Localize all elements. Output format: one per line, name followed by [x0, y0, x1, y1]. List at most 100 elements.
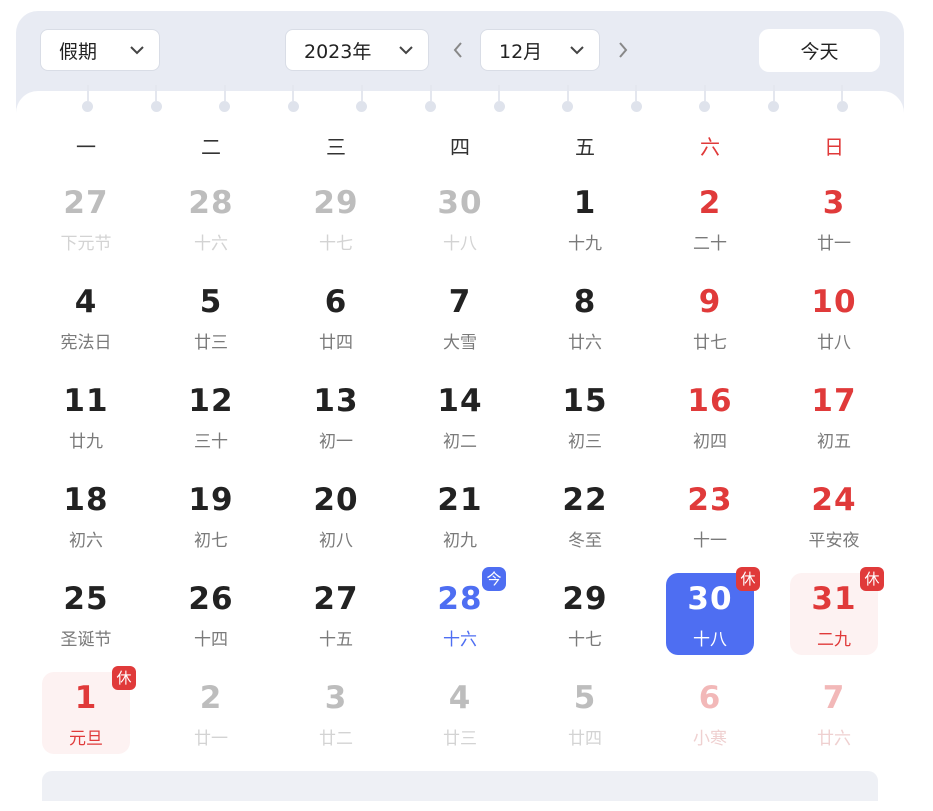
next-month-button[interactable]: [610, 37, 636, 63]
day-cell[interactable]: 11 廿九: [42, 375, 130, 457]
weekday-label: 日: [824, 135, 844, 159]
prev-month-button[interactable]: [445, 37, 471, 63]
day-cell[interactable]: 21 初九: [416, 474, 504, 556]
lunar-label: 初五: [817, 432, 851, 452]
binder-ring-line: [223, 85, 226, 101]
weekday-label: 四: [450, 135, 470, 159]
day-cell[interactable]: 23 十一: [666, 474, 754, 556]
lunar-label: 廿四: [568, 729, 602, 749]
lunar-label: 廿七: [693, 333, 727, 353]
chevron-down-icon: [570, 46, 584, 55]
day-number: 29: [562, 581, 608, 617]
day-number: 4: [74, 284, 98, 320]
lunar-label: 圣诞节: [60, 630, 112, 650]
footer-panel: [42, 771, 878, 801]
day-cell[interactable]: 24 平安夜: [790, 474, 878, 556]
day-number: 6: [698, 680, 722, 716]
lunar-label: 十一: [693, 531, 727, 551]
day-number: 10: [811, 284, 857, 320]
lunar-label: 廿三: [443, 729, 477, 749]
day-cell[interactable]: 15 初三: [541, 375, 629, 457]
lunar-label: 二十: [693, 234, 727, 254]
day-cell[interactable]: 9 廿七: [666, 276, 754, 358]
day-cell[interactable]: 5 廿四: [541, 672, 629, 754]
day-cell[interactable]: 1 十九: [541, 177, 629, 259]
calendar-widget: 假期 2023年 12月 今天 一二三四五六日 27 下元节 28 十六 29 十七 30 十…: [16, 11, 904, 811]
lunar-label: 小寒: [693, 729, 727, 749]
day-number: 4: [448, 680, 472, 716]
lunar-label: 十八: [443, 234, 477, 254]
lunar-label: 宪法日: [60, 333, 112, 353]
day-cell[interactable]: 19 初七: [167, 474, 255, 556]
holiday-select[interactable]: 假期: [40, 29, 160, 71]
binder-ring: [356, 101, 368, 112]
lunar-label: 十六: [443, 630, 477, 650]
day-number: 11: [63, 383, 109, 419]
day-cell[interactable]: 10 廿八: [790, 276, 878, 358]
lunar-label: 初三: [568, 432, 602, 452]
day-cell[interactable]: 31 二九休: [790, 567, 884, 655]
binder-ring: [82, 101, 93, 112]
day-cell[interactable]: 8 廿六: [541, 276, 629, 358]
day-cell[interactable]: 26 十四: [167, 573, 255, 655]
day-cell[interactable]: 13 初一: [292, 375, 380, 457]
day-cell[interactable]: 12 三十: [167, 375, 255, 457]
day-cell[interactable]: 29 十七: [292, 177, 380, 259]
day-cell[interactable]: 4 廿三: [416, 672, 504, 754]
day-cell[interactable]: 5 廿三: [167, 276, 255, 358]
binder-ring-line: [841, 85, 844, 101]
today-button[interactable]: 今天: [759, 29, 880, 72]
day-number: 12: [188, 383, 234, 419]
day-cell[interactable]: 17 初五: [790, 375, 878, 457]
day-cell[interactable]: 27 下元节: [42, 177, 130, 259]
day-cell[interactable]: 22 冬至: [541, 474, 629, 556]
binder-ring-line: [498, 85, 501, 101]
day-cell[interactable]: 4 宪法日: [42, 276, 130, 358]
day-number: 16: [687, 383, 733, 419]
day-number: 22: [562, 482, 608, 518]
year-select-label: 2023年: [304, 40, 372, 63]
day-cell[interactable]: 14 初二: [416, 375, 504, 457]
day-cell[interactable]: 7 大雪: [416, 276, 504, 358]
lunar-label: 十六: [194, 234, 228, 254]
day-number: 21: [437, 482, 483, 518]
day-cell[interactable]: 6 廿四: [292, 276, 380, 358]
chevron-down-icon: [130, 46, 144, 55]
day-number: 30: [437, 185, 483, 221]
day-cell[interactable]: 3 廿二: [292, 672, 380, 754]
calendar-toolbar: 假期 2023年 12月 今天: [16, 11, 904, 93]
year-select[interactable]: 2023年: [285, 29, 429, 71]
day-cell[interactable]: 28 十六: [167, 177, 255, 259]
binder-ring-line: [360, 85, 363, 101]
day-cell[interactable]: 29 十七: [541, 573, 629, 655]
day-cell[interactable]: 16 初四: [666, 375, 754, 457]
day-cell[interactable]: 30 十八: [416, 177, 504, 259]
day-number: 15: [562, 383, 608, 419]
binder-ring-line: [155, 85, 158, 101]
binder-ring-line: [566, 85, 569, 101]
binder-ring: [150, 101, 162, 112]
day-cell[interactable]: 28 十六今: [416, 567, 506, 655]
day-cell[interactable]: 20 初八: [292, 474, 380, 556]
month-select[interactable]: 12月: [480, 29, 600, 71]
binder-ring-line: [292, 85, 295, 101]
day-cell[interactable]: 7 廿六: [790, 672, 878, 754]
binder-ring: [768, 101, 779, 112]
day-cell[interactable]: 30 十八休: [666, 567, 760, 655]
lunar-label: 十九: [568, 234, 602, 254]
day-number: 27: [313, 581, 359, 617]
binder-ring-line: [635, 85, 638, 101]
day-number: 9: [698, 284, 722, 320]
day-cell[interactable]: 3 廿一: [790, 177, 878, 259]
day-cell[interactable]: 18 初六: [42, 474, 130, 556]
holiday-select-label: 假期: [59, 40, 98, 63]
lunar-label: 廿一: [194, 729, 228, 749]
day-cell[interactable]: 27 十五: [292, 573, 380, 655]
day-cell[interactable]: 1 元旦休: [42, 666, 136, 754]
day-cell[interactable]: 2 廿一: [167, 672, 255, 754]
day-cell[interactable]: 2 二十: [666, 177, 754, 259]
lunar-label: 初四: [693, 432, 727, 452]
day-cell[interactable]: 25 圣诞节: [42, 573, 130, 655]
lunar-label: 廿八: [817, 333, 851, 353]
day-cell[interactable]: 6 小寒: [666, 672, 754, 754]
